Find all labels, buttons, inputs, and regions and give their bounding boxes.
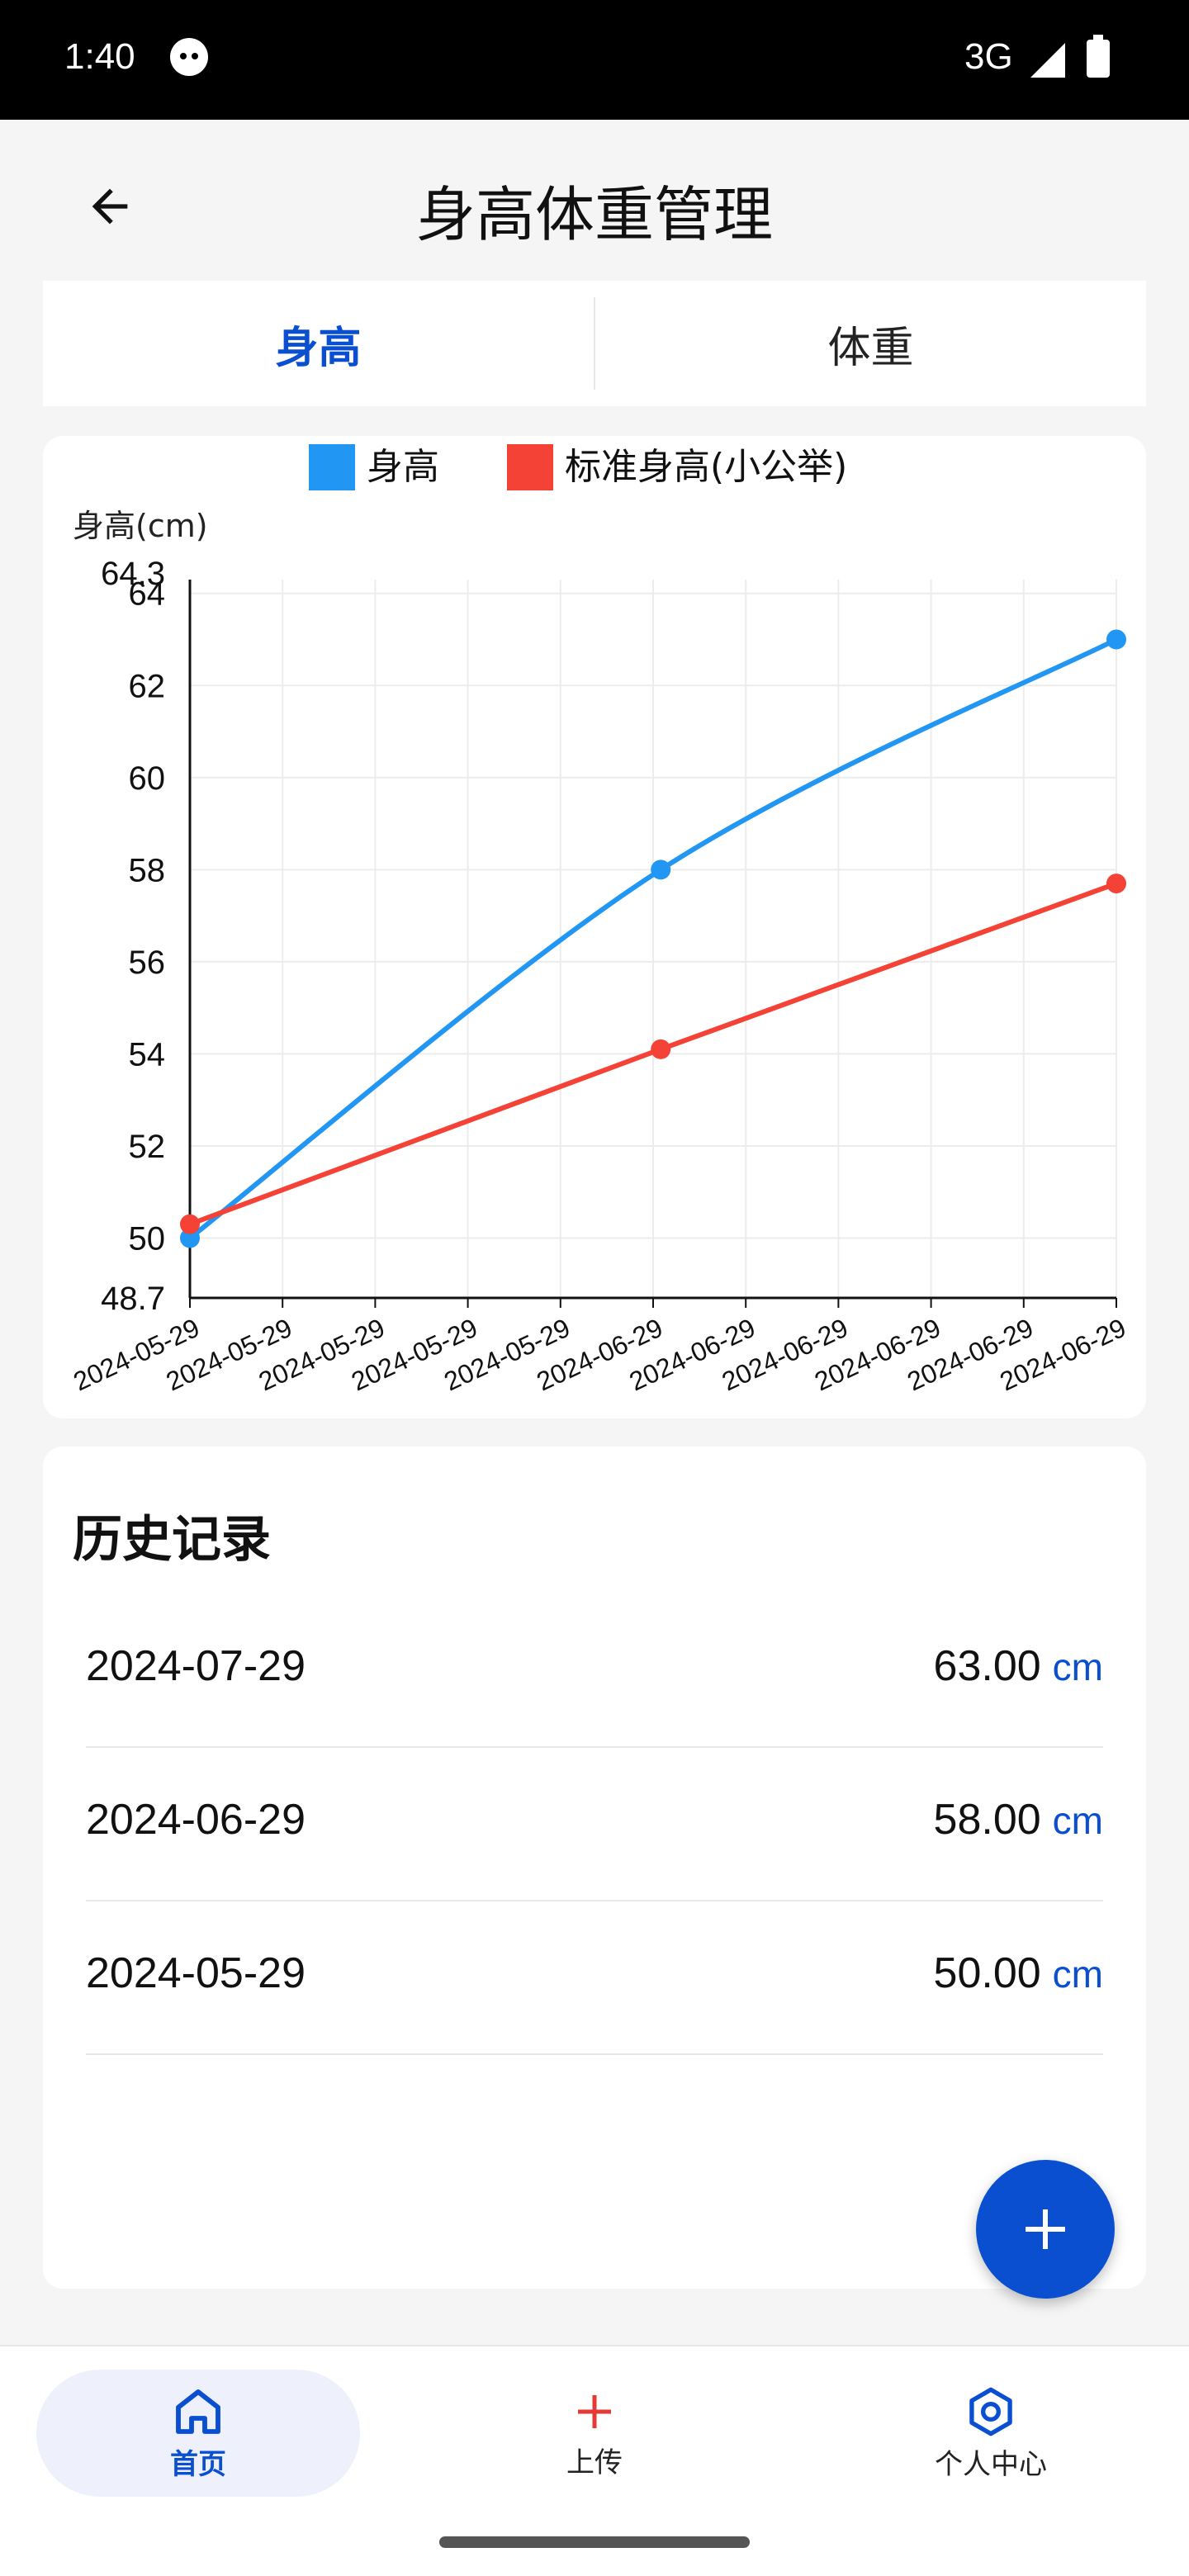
record-unit: cm xyxy=(1052,1646,1103,1688)
record-value: 58.00 xyxy=(933,1796,1041,1844)
signal-icon xyxy=(1030,43,1065,78)
nav-label-home: 首页 xyxy=(170,2447,226,2481)
y-axis-label: 身高(cm) xyxy=(73,508,208,544)
nav-item-profile[interactable]: 个人中心 xyxy=(829,2370,1153,2497)
notification-cat-icon xyxy=(170,38,208,76)
status-bar: 1:40 3G xyxy=(0,0,1189,120)
record-value: 50.00 xyxy=(933,1949,1041,1997)
record-unit: cm xyxy=(1052,1953,1103,1996)
gesture-bar xyxy=(439,2536,750,2548)
tab-weight[interactable]: 体重 xyxy=(595,281,1146,406)
data-point xyxy=(1106,629,1126,650)
y-tick-label: 62 xyxy=(129,668,166,704)
record-value-group: 58.00 cm xyxy=(934,1795,1103,1844)
nav-item-upload[interactable]: 上传 xyxy=(433,2370,756,2497)
history-record[interactable]: 2024-06-29 58.00 cm xyxy=(86,1749,1103,1901)
y-tick-label: 56 xyxy=(129,945,166,981)
data-point xyxy=(651,859,671,880)
y-tick-label: 52 xyxy=(129,1129,166,1165)
record-date: 2024-06-29 xyxy=(86,1796,306,1844)
y-tick-label: 58 xyxy=(129,852,166,888)
nav-label-profile: 个人中心 xyxy=(935,2447,1047,2481)
app-bar: 身高体重管理 xyxy=(0,120,1189,281)
battery-icon xyxy=(1087,35,1110,78)
record-value-group: 50.00 cm xyxy=(934,1949,1103,1998)
status-time: 1:40 xyxy=(64,36,135,77)
y-tick-label: 64 xyxy=(129,576,166,613)
legend-swatch-standard xyxy=(507,444,553,490)
chart-legend: 身高 标准身高(小公举) xyxy=(309,444,847,490)
network-type: 3G xyxy=(964,36,1013,77)
history-card: 历史记录 2024-07-29 63.00 cm 2024-06-29 58.00… xyxy=(43,1447,1146,2289)
tab-bar: 身高 体重 xyxy=(43,281,1146,406)
y-tick-label: 54 xyxy=(129,1036,166,1073)
chart-card: 身高 标准身高(小公举) 身高(cm) 64.3 50 52 54 56 58 60 62 64… xyxy=(43,436,1146,1418)
nav-item-home[interactable]: 首页 xyxy=(36,2370,360,2497)
plus-icon xyxy=(1026,2209,1065,2249)
data-point xyxy=(1106,874,1126,894)
data-point xyxy=(180,1214,200,1234)
history-title: 历史记录 xyxy=(73,1511,271,1569)
y-tick-label: 50 xyxy=(129,1221,166,1257)
history-record[interactable]: 2024-05-29 50.00 cm xyxy=(86,1902,1103,2055)
record-unit: cm xyxy=(1052,1799,1103,1842)
legend-label-standard: 标准身高(小公举) xyxy=(565,446,847,488)
plus-icon xyxy=(578,2394,611,2428)
home-icon xyxy=(176,2389,220,2434)
height-chart: 身高 标准身高(小公举) 身高(cm) 64.35052545658606264… xyxy=(69,444,1130,1397)
y-tick-label: 60 xyxy=(129,760,166,797)
tab-height[interactable]: 身高 xyxy=(43,281,594,406)
record-value-group: 63.00 cm xyxy=(934,1641,1103,1691)
nav-label-upload: 上传 xyxy=(566,2446,623,2479)
history-record[interactable]: 2024-07-29 63.00 cm xyxy=(86,1595,1103,1748)
legend-swatch-height xyxy=(309,444,355,490)
add-record-button[interactable] xyxy=(976,2160,1115,2299)
hexagon-settings-icon xyxy=(969,2387,1012,2436)
page-title: 身高体重管理 xyxy=(415,180,773,249)
record-date: 2024-05-29 xyxy=(86,1949,306,1997)
y-tick-label: 48.7 xyxy=(101,1281,165,1317)
data-point xyxy=(651,1039,671,1059)
record-value: 63.00 xyxy=(933,1642,1041,1690)
record-date: 2024-07-29 xyxy=(86,1642,306,1690)
legend-label-height: 身高 xyxy=(367,446,439,488)
